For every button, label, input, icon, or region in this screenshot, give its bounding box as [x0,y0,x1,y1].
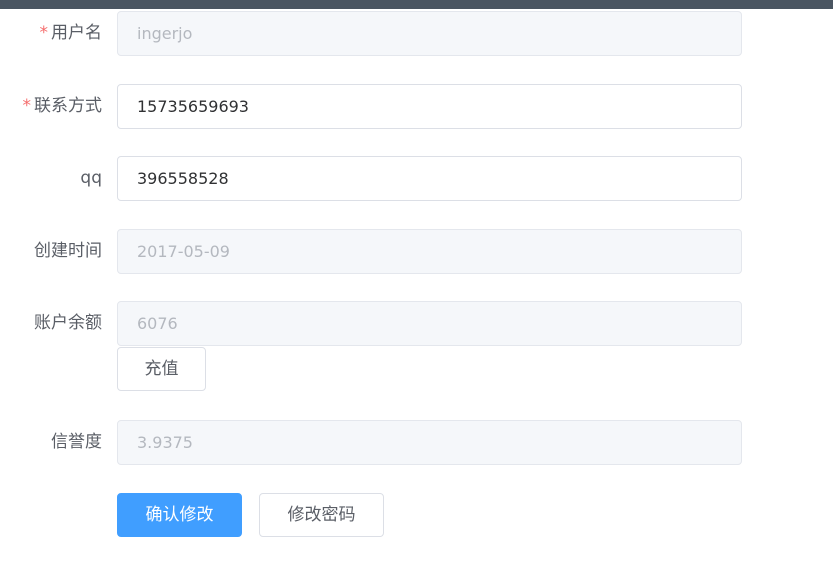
username-input [117,11,742,56]
form-row-contact: * 联系方式 [0,84,760,129]
required-mark: * [22,96,32,116]
credit-label: 信誉度 [51,432,102,452]
qq-label: qq [80,168,102,188]
balance-input [117,301,742,346]
change-password-button[interactable]: 修改密码 [259,493,384,537]
form-row-username: * 用户名 [0,11,760,56]
recharge-button[interactable]: 充值 [117,347,206,391]
created-label: 创建时间 [34,241,102,261]
confirm-changes-button[interactable]: 确认修改 [117,493,242,537]
form-row-created: 创建时间 [0,229,760,274]
created-date-input [117,229,742,274]
contact-input[interactable] [117,84,742,129]
required-mark: * [39,23,49,43]
form-row-credit: 信誉度 [0,420,760,465]
username-label: * 用户名 [39,23,103,43]
contact-label: * 联系方式 [22,96,103,116]
credit-input [117,420,742,465]
profile-form: *用户名 *联系方式 qq 创建时间 账户余额 充值 信誉度 确认修改 修改密码 [0,0,833,573]
balance-label: 账户余额 [34,313,102,333]
form-row-balance: 账户余额 [0,301,760,346]
form-row-qq: qq [0,156,760,201]
qq-input[interactable] [117,156,742,201]
